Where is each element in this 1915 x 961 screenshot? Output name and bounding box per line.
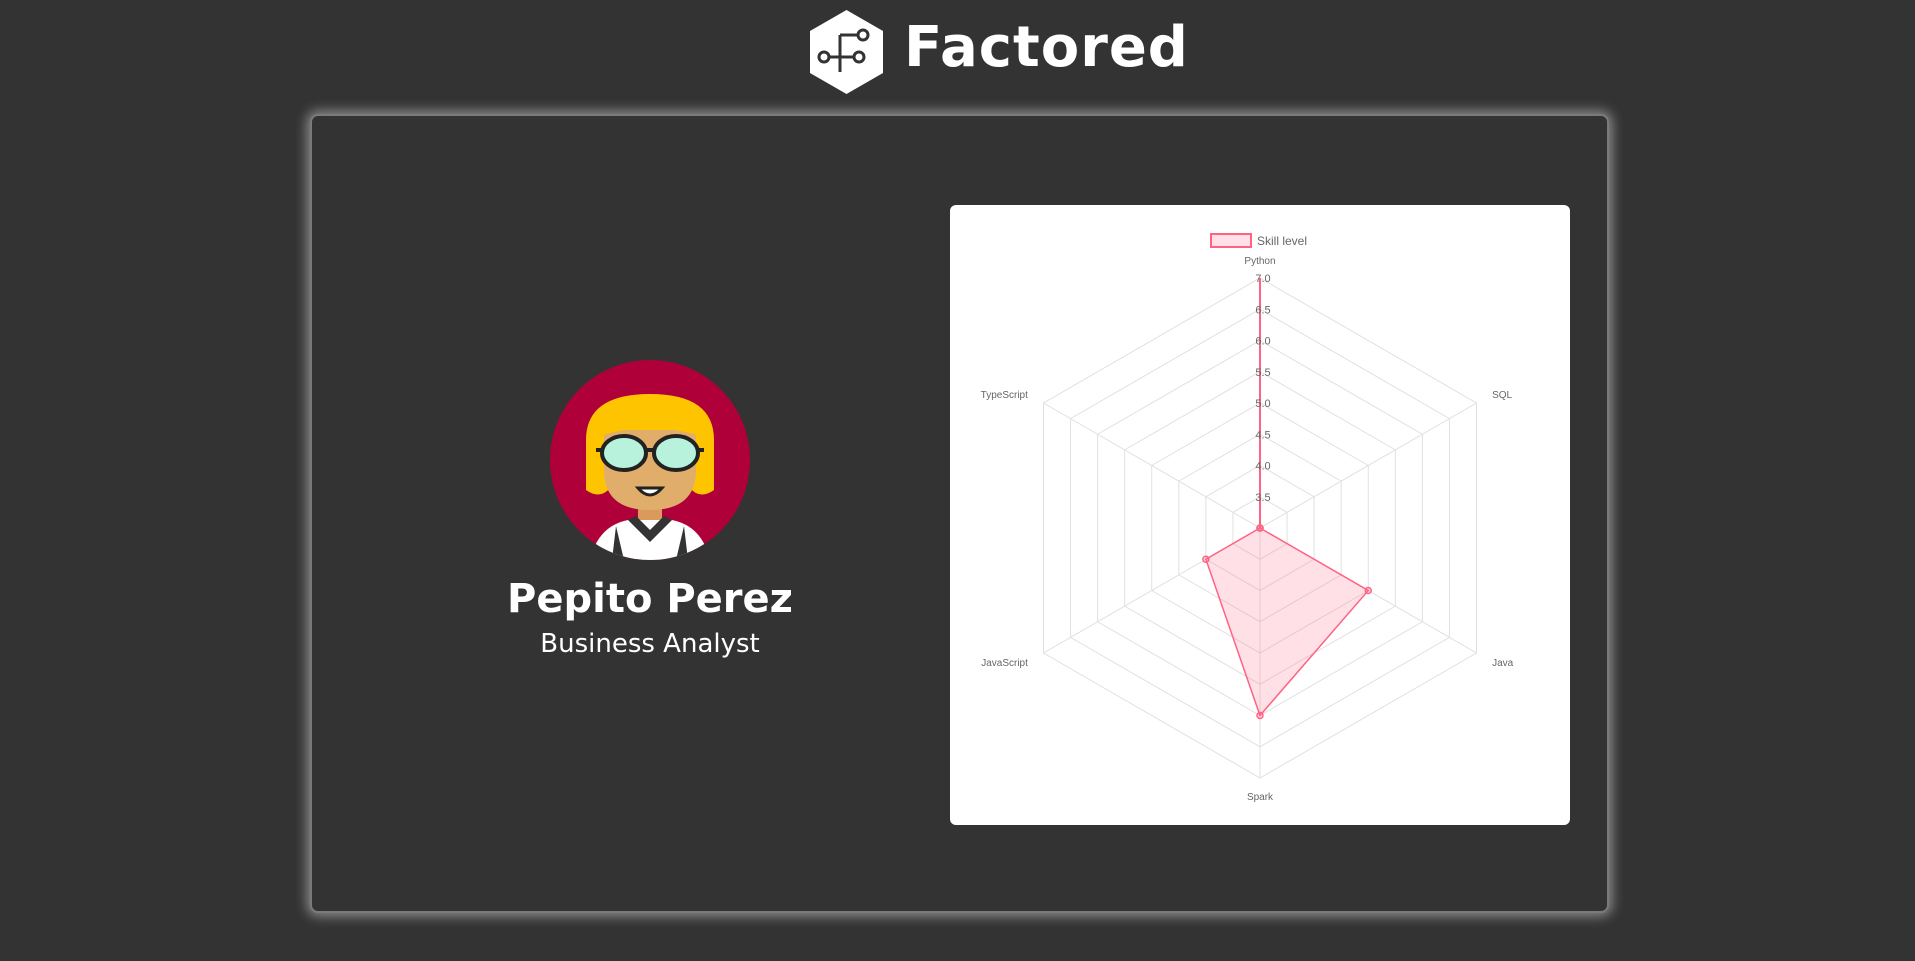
axis-label-typescript: TypeScript: [981, 390, 1028, 401]
legend-swatch: [1210, 233, 1252, 248]
brand-logo[interactable]: Factored: [810, 10, 1188, 95]
tick-label: 6.5: [1255, 304, 1270, 316]
axis-label-javascript: JavaScript: [981, 658, 1028, 669]
radar-chart-svg: Skill level Python SQL Java Spark JavaScript…: [981, 233, 1514, 803]
radar-axis-labels: Python SQL Java Spark JavaScript TypeScript: [981, 256, 1514, 803]
data-point[interactable]: [1256, 711, 1264, 720]
profile-section: Pepito Perez Business Analyst: [500, 360, 800, 680]
series-area: [1204, 527, 1370, 717]
tick-label: 5.0: [1255, 398, 1270, 410]
tick-label: 6.0: [1255, 336, 1270, 348]
data-point[interactable]: [1364, 586, 1373, 595]
data-point[interactable]: [1202, 555, 1210, 563]
brand-name: Factored: [904, 15, 1189, 80]
tick-label: 7.0: [1255, 273, 1270, 285]
profile-name: Pepito Perez: [507, 576, 793, 622]
axis-label-java: Java: [1492, 658, 1514, 669]
header: Factored: [0, 0, 1915, 105]
tick-label: 3.5: [1255, 492, 1270, 504]
skills-radar-chart: Skill level Python SQL Java Spark JavaScript…: [950, 205, 1570, 825]
woman-sunglasses-avatar-icon: [550, 360, 750, 560]
legend-label: Skill level: [1257, 234, 1307, 248]
axis-label-sql: SQL: [1492, 390, 1512, 401]
axis-label-spark: Spark: [1247, 792, 1274, 803]
tick-label: 5.5: [1255, 367, 1270, 379]
profile-role: Business Analyst: [540, 629, 760, 659]
factored-hexagon-logo-icon: [810, 10, 883, 94]
chart-legend[interactable]: Skill level: [1210, 233, 1307, 248]
tick-label: 4.0: [1255, 461, 1270, 473]
radar-tick-labels: 3.5 4.0 4.5 5.0 5.5 6.0 6.5 7.0: [1255, 273, 1270, 504]
axis-label-python: Python: [1244, 256, 1275, 267]
tick-label: 4.5: [1255, 429, 1270, 441]
radar-series: [1202, 278, 1373, 720]
